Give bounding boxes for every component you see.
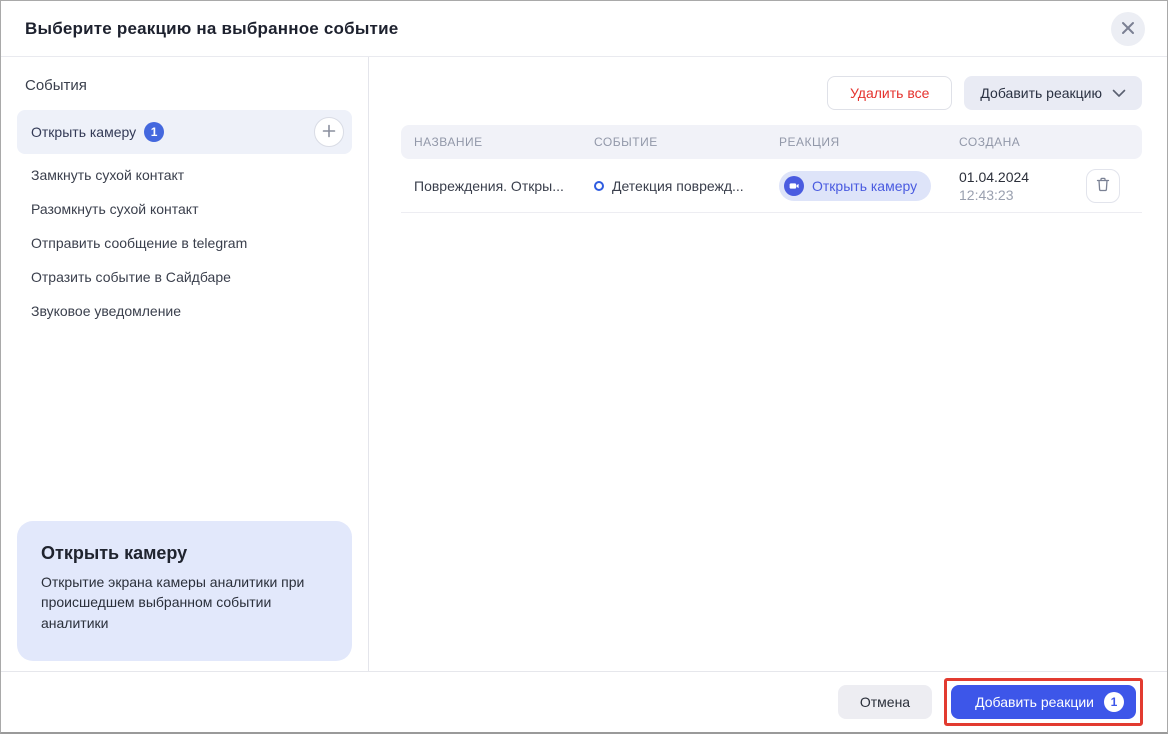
column-header-reaction: РЕАКЦИЯ [779,135,959,149]
selected-count-badge: 1 [144,122,164,142]
reaction-info-description: Открытие экрана камеры аналитики при про… [41,572,328,633]
reaction-info-title: Открыть камеру [41,543,328,564]
add-reactions-button[interactable]: Добавить реакции 1 [951,685,1136,719]
add-reaction-dropdown[interactable]: Добавить реакцию [964,76,1142,110]
table-row: Повреждения. Откры... Детекция поврежд..… [401,159,1142,213]
add-reaction-dropdown-label: Добавить реакцию [980,85,1102,101]
event-item-sidebar-event[interactable]: Отразить событие в Сайдбаре [1,260,368,294]
event-item-label: Отправить сообщение в telegram [31,235,247,251]
add-event-reaction-button[interactable] [314,117,344,147]
event-item-label: Звуковое уведомление [31,303,181,319]
cancel-button[interactable]: Отмена [838,685,932,719]
event-item-sound-notification[interactable]: Звуковое уведомление [1,294,368,328]
event-item-open-dry-contact[interactable]: Разомкнуть сухой контакт [1,192,368,226]
created-time: 12:43:23 [959,187,1086,203]
reactions-table: НАЗВАНИЕ СОБЫТИЕ РЕАКЦИЯ СОЗДАНА Поврежд… [401,125,1142,213]
camera-icon [784,176,804,196]
column-header-created: СОЗДАНА [959,135,1086,149]
table-header-row: НАЗВАНИЕ СОБЫТИЕ РЕАКЦИЯ СОЗДАНА [401,125,1142,159]
dialog-header: Выберите реакцию на выбранное событие [1,1,1167,57]
events-sidebar-title: События [1,77,368,94]
close-icon [1121,21,1135,38]
cell-actions [1086,169,1142,203]
column-header-name: НАЗВАНИЕ [414,135,594,149]
events-list: Открыть камеру 1 Замкнуть сухой контакт … [1,110,368,328]
dialog-title: Выберите реакцию на выбранное событие [25,19,398,39]
add-reactions-label: Добавить реакции [975,694,1094,710]
add-reactions-count-badge: 1 [1104,692,1124,712]
cell-created: 01.04.2024 12:43:23 [959,169,1086,203]
created-date: 01.04.2024 [959,169,1086,185]
dialog-body: События Открыть камеру 1 Замкнуть сухой … [1,57,1167,671]
cell-event-label: Детекция поврежд... [612,178,754,194]
event-item-label: Разомкнуть сухой контакт [31,201,199,217]
reaction-dialog: Выберите реакцию на выбранное событие Со… [0,0,1168,734]
event-status-icon [594,181,604,191]
reactions-main: Удалить все Добавить реакцию НАЗВАНИЕ СО… [369,57,1167,671]
chevron-down-icon [1112,85,1126,101]
cell-event: Детекция поврежд... [594,178,779,194]
event-item-close-dry-contact[interactable]: Замкнуть сухой контакт [1,158,368,192]
event-item-open-camera[interactable]: Открыть камеру 1 [17,110,352,154]
event-item-label: Отразить событие в Сайдбаре [31,269,231,285]
reaction-info-panel: Открыть камеру Открытие экрана камеры ан… [17,521,352,661]
plus-icon [322,124,336,141]
event-item-telegram-message[interactable]: Отправить сообщение в telegram [1,226,368,260]
events-sidebar: События Открыть камеру 1 Замкнуть сухой … [1,57,369,671]
actions-row: Удалить все Добавить реакцию [401,76,1142,110]
close-button[interactable] [1111,12,1145,46]
column-header-event: СОБЫТИЕ [594,135,779,149]
cell-reaction: Открыть камеру [779,171,959,201]
event-item-label: Замкнуть сухой контакт [31,167,184,183]
cell-name: Повреждения. Откры... [414,178,594,194]
reaction-pill-label: Открыть камеру [812,178,917,194]
delete-all-button[interactable]: Удалить все [827,76,952,110]
dialog-footer: Отмена Добавить реакции 1 [1,671,1167,732]
trash-icon [1096,177,1110,195]
event-item-label: Открыть камеру [31,124,136,140]
annotation-highlight-box: Добавить реакции 1 [944,678,1143,726]
reaction-pill[interactable]: Открыть камеру [779,171,931,201]
delete-row-button[interactable] [1086,169,1120,203]
